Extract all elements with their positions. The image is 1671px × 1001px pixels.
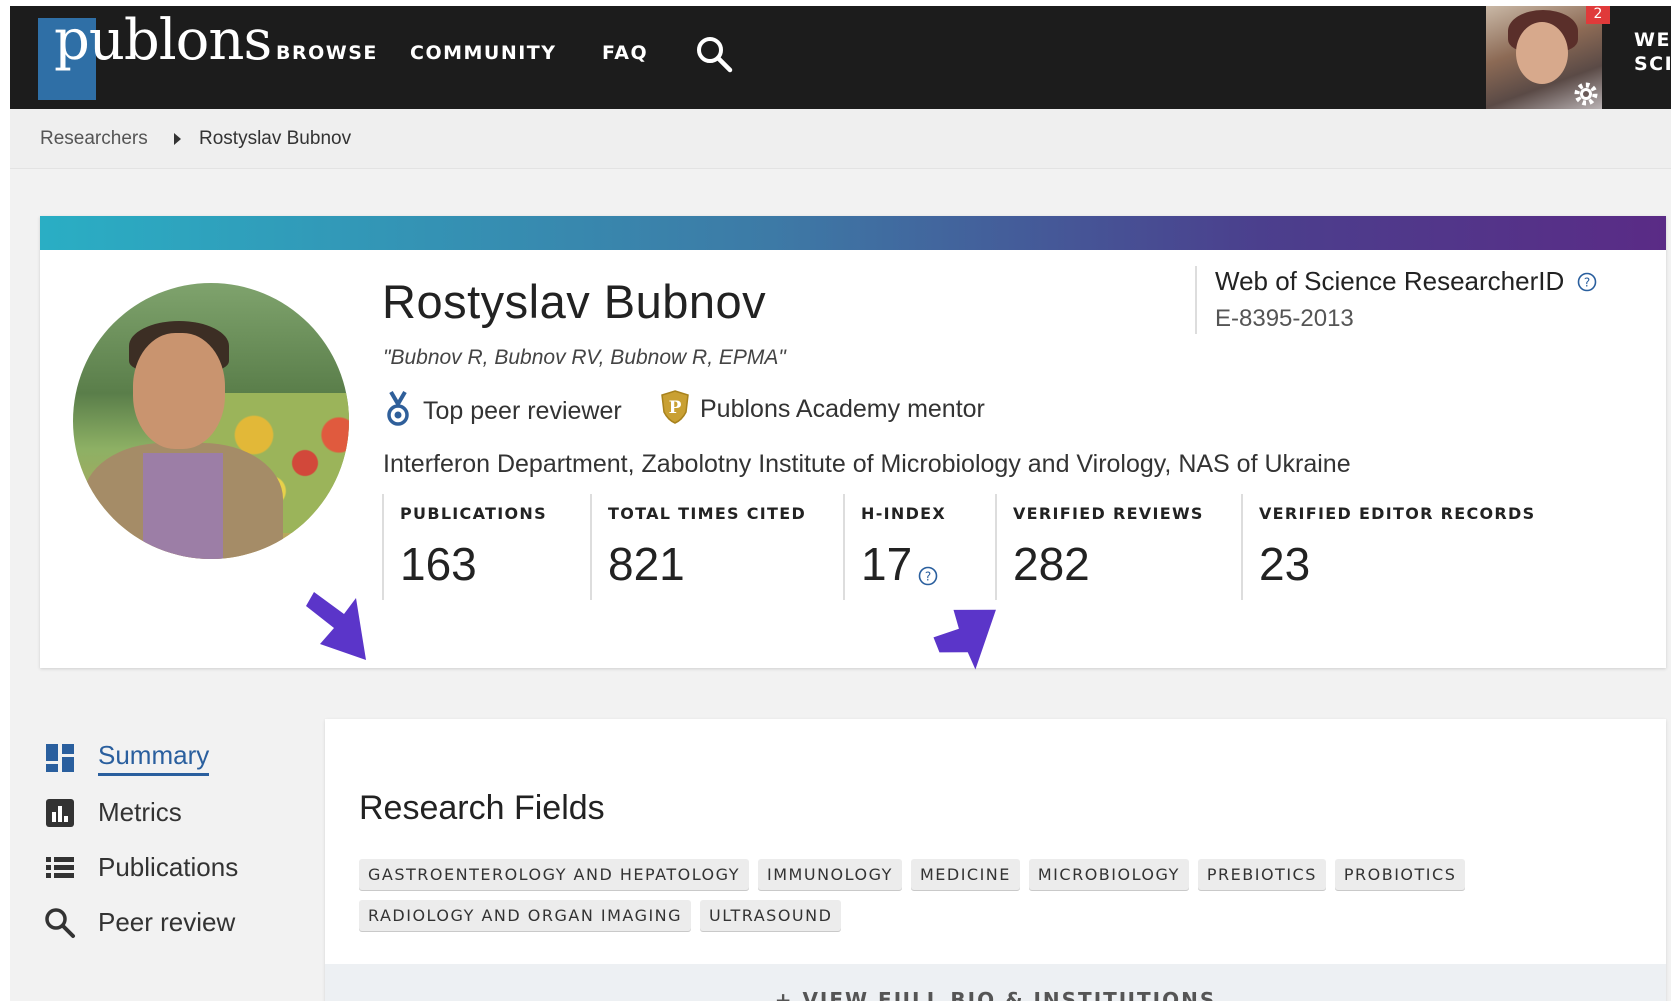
profile-gradient-bar xyxy=(40,216,1666,250)
metric-label: VERIFIED EDITOR RECORDS xyxy=(1259,504,1536,523)
metric-label: VERIFIED REVIEWS xyxy=(1013,504,1204,523)
annotation-arrow-icon xyxy=(933,609,996,670)
sidebar-item-label: Publications xyxy=(98,852,239,882)
metric-value: 163 xyxy=(400,538,477,590)
metric-publications[interactable]: PUBLICATIONS 163 xyxy=(382,494,547,600)
profile-name: Rostyslav Bubnov xyxy=(382,275,767,328)
field-tag[interactable]: GASTROENTEROLOGY AND HEPATOLOGY xyxy=(359,859,750,890)
wos-label-line2: SCIE xyxy=(1634,53,1671,75)
metric-label: H-INDEX xyxy=(861,504,947,523)
search-icon[interactable] xyxy=(694,34,734,74)
metric-h-index[interactable]: H-INDEX 17 ? xyxy=(843,494,946,600)
metric-label: PUBLICATIONS xyxy=(400,504,547,523)
dashboard-icon xyxy=(44,742,76,774)
research-field-tags: GASTROENTEROLOGY AND HEPATOLOGY IMMUNOLO… xyxy=(359,859,1559,941)
breadcrumb-researchers[interactable]: Researchers xyxy=(40,128,148,150)
award-top-reviewer[interactable]: Top peer reviewer xyxy=(383,390,622,433)
chevron-right-icon xyxy=(174,133,181,145)
metric-editor-records[interactable]: VERIFIED EDITOR RECORDS 23 xyxy=(1241,494,1535,600)
nav-faq[interactable]: FAQ xyxy=(602,42,648,64)
field-tag[interactable]: PREBIOTICS xyxy=(1197,859,1326,890)
help-icon[interactable]: ? xyxy=(918,543,938,586)
sidebar-item-label: Peer review xyxy=(98,907,236,937)
annotation-arrow-icon xyxy=(306,592,366,660)
breadcrumb: Researchers Rostyslav Bubnov xyxy=(10,109,1671,169)
field-tag[interactable]: PROBIOTICS xyxy=(1334,859,1466,890)
sidebar-item-label: Metrics xyxy=(98,797,182,827)
metric-value: 821 xyxy=(608,538,685,590)
research-fields-card: Research Fields GASTROENTEROLOGY AND HEP… xyxy=(325,719,1666,1001)
researcher-id-title: Web of Science ResearcherID xyxy=(1215,266,1565,296)
metric-times-cited[interactable]: TOTAL TIMES CITED 821 xyxy=(590,494,806,600)
web-of-science-link[interactable]: WEB SCIE xyxy=(1634,28,1671,76)
shield-p-icon: P xyxy=(660,390,690,429)
notification-badge[interactable]: 2 xyxy=(1586,6,1610,24)
field-tag[interactable]: RADIOLOGY AND ORGAN IMAGING xyxy=(359,900,692,931)
gear-icon[interactable] xyxy=(1572,80,1600,108)
profile-aliases: "Bubnov R, Bubnov RV, Bubnow R, EPMA" xyxy=(383,346,786,369)
publons-logo[interactable]: publons xyxy=(38,8,272,100)
breadcrumb-current: Rostyslav Bubnov xyxy=(199,128,352,149)
nav-browse[interactable]: BROWSE xyxy=(276,42,378,64)
sidebar-item-publications[interactable]: Publications xyxy=(40,840,290,895)
logo-text: publons xyxy=(54,8,272,73)
sidebar-item-peer-review[interactable]: Peer review xyxy=(40,895,290,950)
field-tag[interactable]: IMMUNOLOGY xyxy=(758,859,902,890)
help-icon[interactable]: ? xyxy=(1577,268,1597,292)
nav-community[interactable]: COMMUNITY xyxy=(410,42,557,64)
svg-text:?: ? xyxy=(925,570,931,584)
researcher-id-value: E-8395-2013 xyxy=(1215,305,1354,332)
field-tag[interactable]: ULTRASOUND xyxy=(700,900,842,931)
bar-chart-icon xyxy=(44,797,76,829)
sidebar-item-summary[interactable]: Summary xyxy=(40,730,290,785)
field-tag[interactable]: MEDICINE xyxy=(910,859,1020,890)
profile-sidebar: Summary Metrics Publications Peer review xyxy=(40,730,290,950)
profile-photo xyxy=(73,283,349,559)
view-full-bio-button[interactable]: + VIEW FULL BIO & INSTITUTIONS xyxy=(325,988,1666,1001)
top-nav: publons BROWSE COMMUNITY FAQ 2 WEB SCIE xyxy=(10,6,1671,109)
award-academy-mentor[interactable]: P Publons Academy mentor xyxy=(660,390,985,429)
view-full-bio-bar[interactable]: + VIEW FULL BIO & INSTITUTIONS xyxy=(325,964,1666,1001)
research-fields-title: Research Fields xyxy=(359,789,605,827)
metric-verified-reviews[interactable]: VERIFIED REVIEWS 282 xyxy=(995,494,1204,600)
researcher-id-box: Web of Science ResearcherID ? E-8395-201… xyxy=(1195,266,1597,334)
search-icon xyxy=(44,907,76,939)
metric-value: 23 xyxy=(1259,538,1311,590)
sidebar-item-label: Summary xyxy=(98,740,210,776)
metric-value: 282 xyxy=(1013,538,1090,590)
profile-affiliation: Interferon Department, Zabolotny Institu… xyxy=(383,450,1351,478)
sidebar-item-metrics[interactable]: Metrics xyxy=(40,785,290,840)
metric-label: TOTAL TIMES CITED xyxy=(608,504,807,523)
svg-text:P: P xyxy=(669,398,682,418)
award-top-reviewer-label: Top peer reviewer xyxy=(423,397,622,425)
field-tag[interactable]: MICROBIOLOGY xyxy=(1028,859,1189,890)
award-academy-mentor-label: Publons Academy mentor xyxy=(700,395,985,423)
list-icon xyxy=(44,852,76,884)
medal-icon xyxy=(383,390,413,433)
profile-card: Rostyslav Bubnov "Bubnov R, Bubnov RV, B… xyxy=(40,216,1666,670)
svg-text:?: ? xyxy=(1584,276,1590,290)
metric-value: 17 xyxy=(861,538,913,590)
wos-label-line1: WEB xyxy=(1634,29,1671,51)
